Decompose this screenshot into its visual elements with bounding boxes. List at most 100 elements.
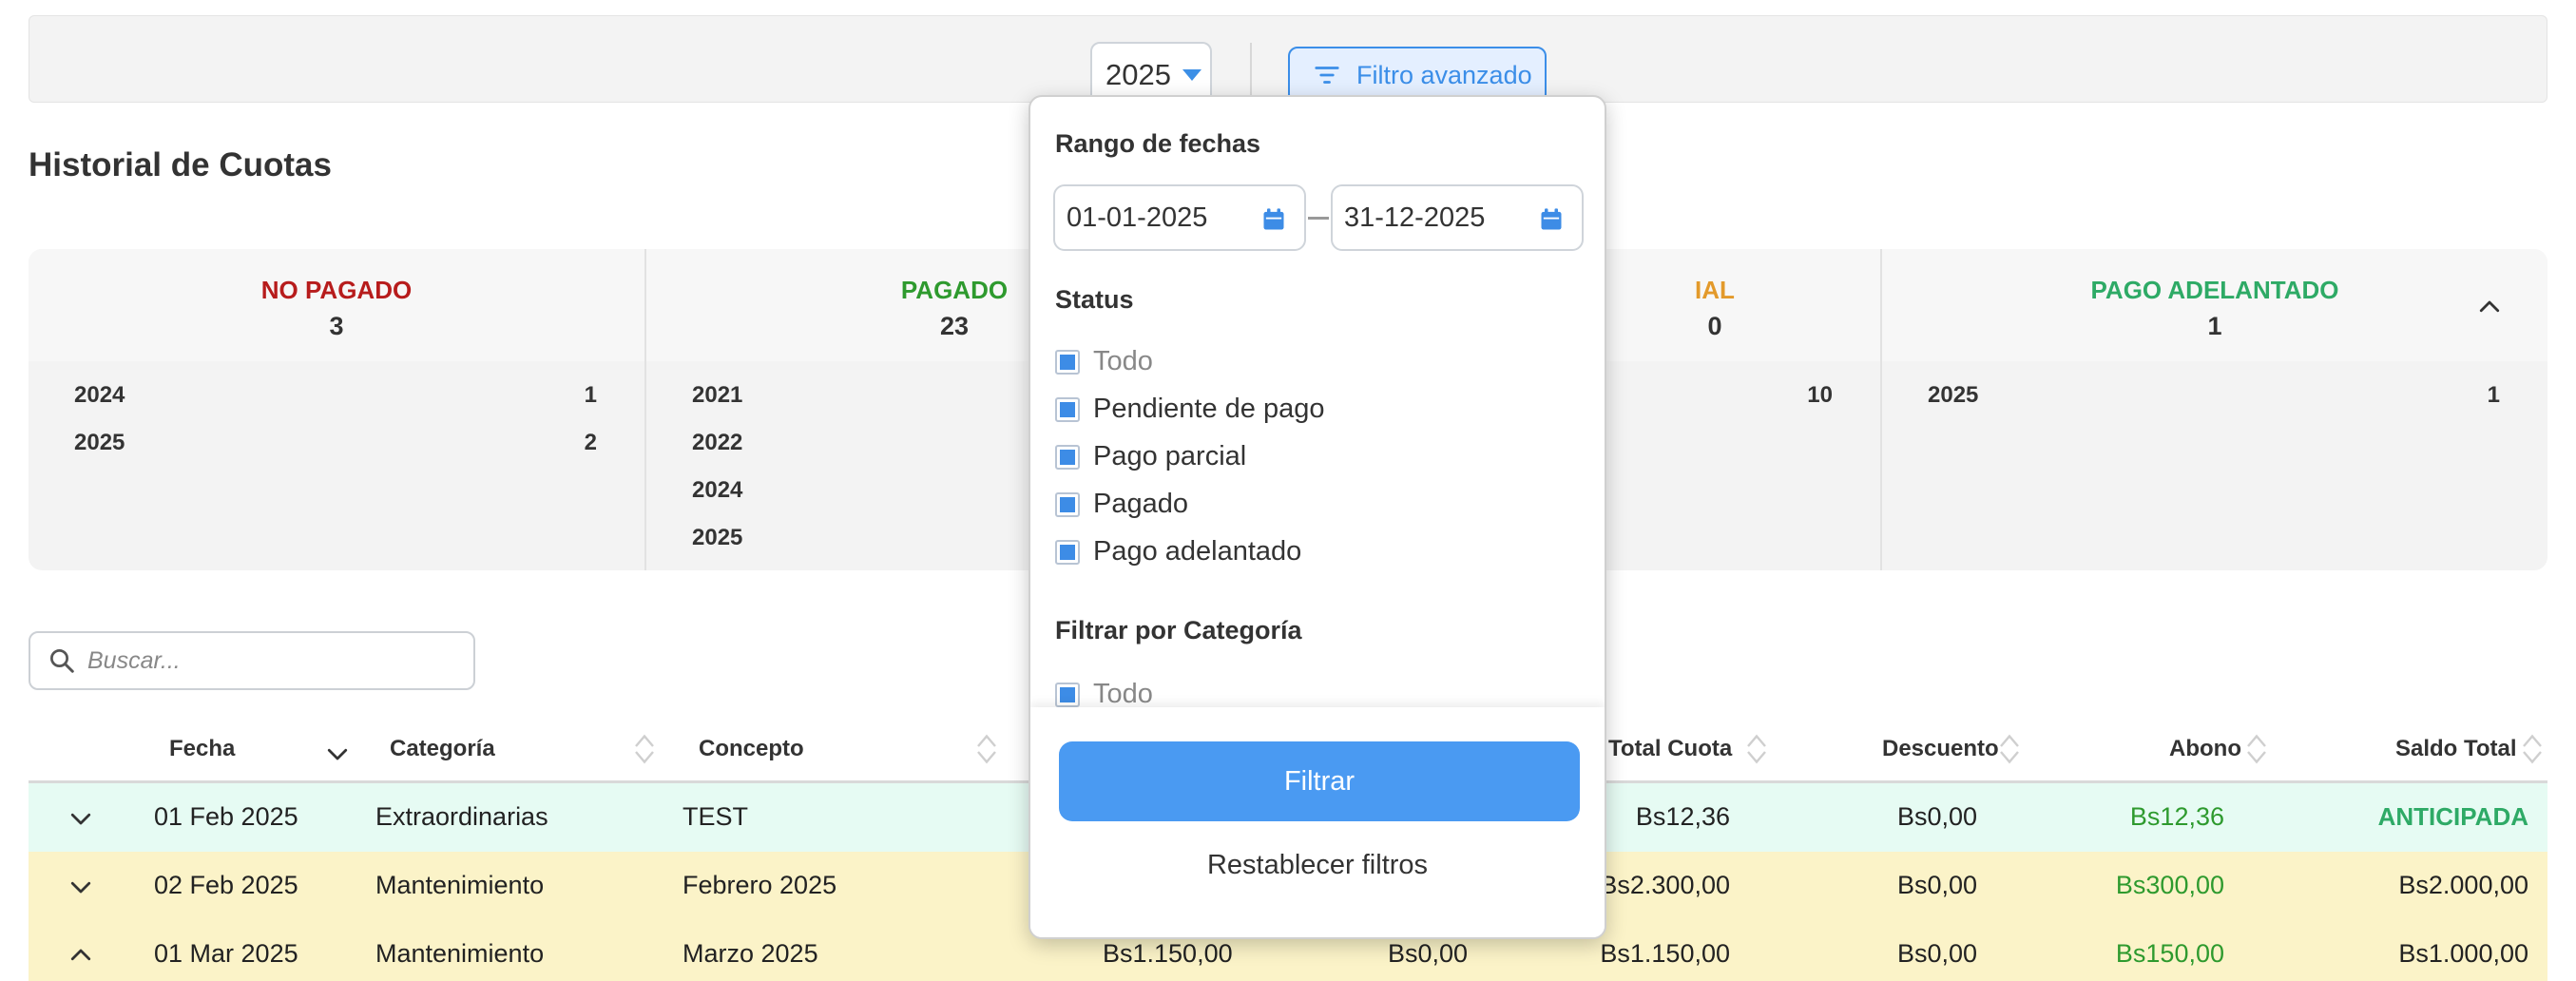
summary-year: 2024 (692, 477, 743, 503)
sort-desc-icon[interactable] (323, 740, 352, 768)
category-filter-title: Filtrar por Categoría (1055, 616, 1302, 644)
summary-year: 2025 (74, 430, 125, 455)
checkbox-label: Pago adelantado (1093, 536, 1302, 567)
cell-saldo-total: ANTICIPADA (2377, 802, 2528, 831)
summary-card-no-pagado: NO PAGADO 3 2024 1 2025 2 (29, 249, 646, 570)
summary-year: 2025 (692, 525, 743, 550)
summary-year-count: 2 (584, 430, 597, 455)
summary-year-count: 1 (2487, 382, 2500, 408)
summary-count: 1 (2207, 312, 2222, 340)
cell-monto: Bs1.150,00 (1103, 939, 1233, 968)
date-range-separator (1308, 217, 1329, 220)
sort-icon[interactable] (1998, 732, 2021, 766)
summary-year: 2024 (74, 382, 125, 408)
cell-fecha: 01 Feb 2025 (154, 802, 298, 831)
summary-count: 3 (329, 312, 344, 340)
summary-year-count: 1 (584, 382, 597, 408)
cell-categoria: Extraordinarias (375, 802, 548, 831)
advanced-filter-panel: Rango de fechas 01-01-2025 31-12-2025 St… (1028, 95, 1606, 939)
cell-abono: Bs150,00 (2115, 939, 2224, 968)
date-range-title: Rango de fechas (1055, 129, 1261, 158)
checkbox-label: Pagado (1093, 489, 1188, 519)
checkbox[interactable] (1055, 444, 1080, 470)
column-header-total-cuota[interactable]: Total Cuota (1608, 736, 1732, 762)
page-title: Historial de Cuotas (29, 146, 332, 183)
checkbox[interactable] (1055, 682, 1080, 707)
calendar-icon[interactable] (1260, 205, 1287, 234)
cell-saldo-total: Bs2.000,00 (2398, 871, 2528, 899)
expand-chevron-down-icon[interactable] (67, 804, 95, 833)
status-option-parcial[interactable]: Pago parcial (1055, 441, 1246, 472)
calendar-icon[interactable] (1538, 205, 1565, 234)
search-box (29, 631, 475, 690)
column-header-fecha[interactable]: Fecha (169, 736, 235, 762)
filter-toolbar: 2025 Filtro avanzado (29, 15, 2547, 108)
column-header-saldo-total[interactable]: Saldo Total (2395, 736, 2517, 762)
checkbox-label: Pendiente de pago (1093, 394, 1325, 424)
summary-year: 2025 (1928, 382, 1979, 408)
filter-icon (1315, 67, 1339, 84)
apply-filter-button[interactable]: Filtrar (1059, 741, 1580, 821)
cell-categoria: Mantenimiento (375, 871, 545, 899)
checkbox-label: Todo (1093, 679, 1153, 709)
summary-year-row: 2025 2 (29, 430, 644, 477)
column-header-abono[interactable]: Abono (2169, 736, 2241, 762)
cell-abono: Bs300,00 (2115, 871, 2224, 899)
expand-chevron-up-icon[interactable] (67, 941, 95, 970)
summary-card-pago-adelantado: PAGO ADELANTADO 1 2025 1 (1882, 249, 2547, 570)
date-to-value: 31-12-2025 (1344, 202, 1486, 233)
date-to-field[interactable]: 31-12-2025 (1331, 184, 1584, 251)
summary-year: 2022 (692, 430, 743, 455)
status-option-pendiente[interactable]: Pendiente de pago (1055, 394, 1325, 425)
summary-year: 2021 (692, 382, 743, 408)
cell-categoria: Mantenimiento (375, 939, 545, 968)
cell-fecha: 01 Mar 2025 (154, 939, 298, 968)
expand-chevron-down-icon[interactable] (67, 873, 95, 901)
category-option-todo[interactable]: Todo (1055, 679, 1153, 710)
summary-year-row: 2025 1 (1882, 382, 2547, 430)
checkbox[interactable] (1055, 491, 1080, 517)
column-header-descuento[interactable]: Descuento (1882, 736, 1999, 762)
cell-concepto: Febrero 2025 (682, 871, 837, 899)
advanced-filter-label: Filtro avanzado (1356, 60, 1532, 89)
cell-pagado: Bs0,00 (1388, 939, 1469, 968)
summary-label: NO PAGADO (260, 276, 413, 304)
checkbox[interactable] (1055, 349, 1080, 375)
cell-descuento: Bs0,00 (1896, 802, 1977, 831)
cell-abono: Bs12,36 (2129, 802, 2224, 831)
search-input[interactable] (87, 646, 449, 675)
cell-total-cuota: Bs2.300,00 (1600, 871, 1730, 899)
chevron-up-icon[interactable] (2475, 293, 2504, 321)
status-option-todo[interactable]: Todo (1055, 346, 1153, 377)
sort-icon[interactable] (2245, 732, 2268, 766)
cell-fecha: 02 Feb 2025 (154, 871, 298, 899)
cell-concepto: Marzo 2025 (682, 939, 818, 968)
date-from-field[interactable]: 01-01-2025 (1053, 184, 1306, 251)
checkbox[interactable] (1055, 539, 1080, 565)
filter-panel-footer: Filtrar Restablecer filtros (1030, 707, 1605, 937)
checkbox[interactable] (1055, 396, 1080, 422)
year-select-value: 2025 (1105, 58, 1171, 91)
status-option-adelantado[interactable]: Pago adelantado (1055, 536, 1301, 567)
status-title: Status (1055, 285, 1134, 314)
summary-card-header: NO PAGADO 3 (29, 249, 644, 361)
sort-icon[interactable] (975, 732, 998, 766)
summary-card-header: PAGO ADELANTADO 1 (1882, 249, 2547, 361)
summary-label: PAGO ADELANTADO (2090, 276, 2339, 304)
search-icon (50, 649, 74, 673)
caret-down-icon (1182, 69, 1201, 81)
date-from-value: 01-01-2025 (1067, 202, 1208, 233)
column-header-concepto[interactable]: Concepto (699, 736, 804, 762)
cell-descuento: Bs0,00 (1896, 871, 1977, 899)
column-header-categoria[interactable]: Categoría (390, 736, 495, 762)
sort-icon[interactable] (1745, 732, 1768, 766)
sort-icon[interactable] (633, 732, 656, 766)
cell-saldo-total: Bs1.000,00 (2398, 939, 2528, 968)
status-option-pagado[interactable]: Pagado (1055, 489, 1188, 520)
cell-descuento: Bs0,00 (1896, 939, 1977, 968)
sort-icon[interactable] (2521, 732, 2544, 766)
summary-year-row: 2024 1 (29, 382, 644, 430)
checkbox-label: Todo (1093, 346, 1153, 376)
checkbox-label: Pago parcial (1093, 441, 1247, 471)
reset-filters-button[interactable]: Restablecer filtros (1030, 850, 1605, 881)
